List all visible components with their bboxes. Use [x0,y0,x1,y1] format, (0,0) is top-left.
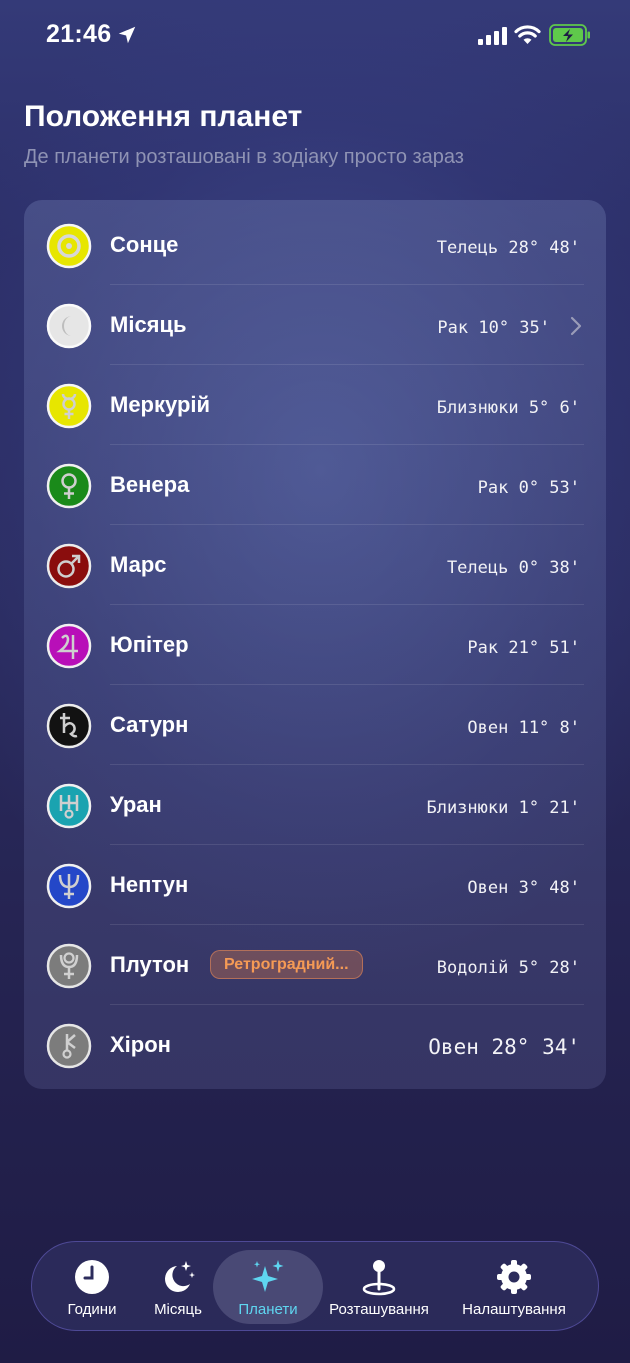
tab-hours[interactable]: Години [52,1250,132,1324]
tab-label: Налаштування [462,1301,566,1318]
planet-name: Меркурій [110,392,211,417]
sun-icon [46,223,92,269]
tab-label: Розташування [329,1301,429,1318]
planet-row-neptune[interactable]: Нептун Овен 3° 48' [24,845,606,925]
planet-row-mercury[interactable]: Меркурій Близнюки 5° 6' [24,365,606,445]
mars-icon [46,543,92,589]
tab-label: Місяць [154,1301,202,1318]
venus-icon [46,463,92,509]
planet-name: Уран [110,792,162,817]
planet-row-uranus[interactable]: Уран Близнюки 1° 21' [24,765,606,845]
map-pin-icon [362,1260,396,1296]
planet-name: Сонце [110,232,179,257]
tab-moon[interactable]: Місяць [136,1250,220,1324]
planet-position: Телець 0° 38' [446,558,580,578]
planet-row-venus[interactable]: Венера Рак 0° 53' [24,445,606,525]
planet-position: Овен 3° 48' [467,878,580,898]
page-title: Положення планет [24,100,303,133]
planet-position: Близнюки 1° 21' [426,798,580,818]
moon-stars-icon [165,1261,195,1292]
planet-name: Місяць [110,312,187,337]
tab-location[interactable]: Розташування [323,1250,435,1324]
planet-name: Плутон [110,952,190,977]
moon-icon [46,303,92,349]
planet-row-jupiter[interactable]: Юпітер Рак 21° 51' [24,605,606,685]
planet-row-moon[interactable]: Місяць Рак 10° 35' [24,285,606,365]
chiron-icon [46,1023,92,1069]
battery-charging-icon [549,24,590,46]
wifi-icon [514,25,541,44]
planet-position: Овен 11° 8' [467,718,580,738]
clock-icon [75,1260,109,1294]
planet-name: Марс [110,552,167,577]
planet-position: Близнюки 5° 6' [436,398,580,418]
planet-position: Рак 21° 51' [467,638,580,658]
gear-icon [497,1260,531,1294]
status-time: 21:46 [46,20,112,48]
planet-name: Венера [110,472,190,497]
chevron-right-icon [570,316,582,336]
mercury-icon [46,383,92,429]
tab-settings[interactable]: Налаштування [452,1250,576,1324]
planet-position: Водолій 5° 28' [436,958,580,978]
tab-planets[interactable]: Планети [213,1250,323,1324]
pluto-icon [46,943,92,989]
planet-position: Рак 0° 53' [477,478,580,498]
planet-row-sun[interactable]: Сонце Телець 28° 48' [24,205,606,285]
sparkles-icon [252,1260,284,1292]
planet-name: Сатурн [110,712,189,737]
planet-position: Телець 28° 48' [436,238,580,258]
uranus-icon [46,783,92,829]
planet-position: Овен 28° 34' [428,1035,580,1059]
planet-list: Сонце Телець 28° 48' Місяць Рак 10° 35' … [24,200,606,1089]
neptune-icon [46,863,92,909]
jupiter-icon [46,623,92,669]
status-bar: 21:46 [0,0,630,72]
planet-name: Юпітер [110,632,189,657]
planet-row-mars[interactable]: Марс Телець 0° 38' [24,525,606,605]
location-arrow-icon [118,26,136,44]
cellular-signal-icon [478,27,507,45]
planet-row-pluto[interactable]: Плутон Ретроградний... Водолій 5° 28' [24,925,606,1005]
tab-bar: Години Місяць Планети Розташування Налаш… [31,1241,599,1331]
planet-name: Нептун [110,872,189,897]
planet-row-chiron[interactable]: Хірон Овен 28° 34' [24,1005,606,1085]
planet-position: Рак 10° 35' [437,318,550,338]
saturn-icon [46,703,92,749]
planet-name: Хірон [110,1032,171,1057]
page-subtitle: Де планети розташовані в зодіаку просто … [24,146,464,168]
planet-row-saturn[interactable]: Сатурн Овен 11° 8' [24,685,606,765]
retrograde-badge: Ретроградний... [210,950,363,979]
tab-label: Планети [238,1301,298,1318]
tab-label: Години [67,1301,117,1318]
